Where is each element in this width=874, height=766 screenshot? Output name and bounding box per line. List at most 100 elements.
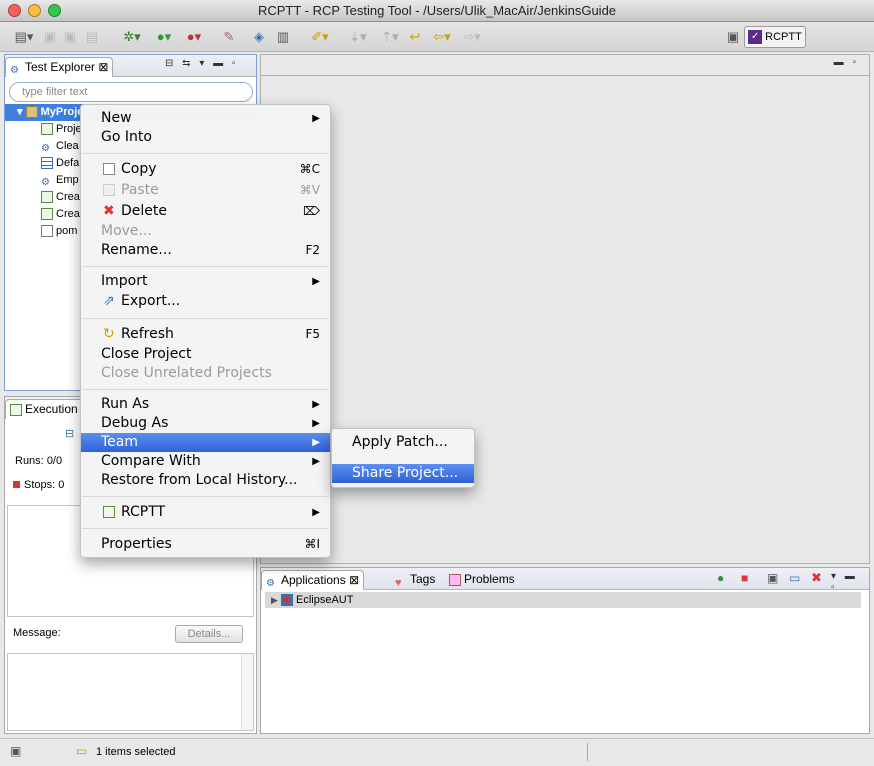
open-resource-icon[interactable]: ▥: [274, 28, 292, 46]
menu-separator: [82, 266, 329, 267]
tree-item[interactable]: ⚙ Emp: [41, 172, 79, 189]
menu-item-properties[interactable]: Properties ⌘I: [81, 535, 330, 554]
stop-aut-icon[interactable]: ■: [741, 571, 748, 585]
fast-view-icon[interactable]: ▣: [10, 744, 21, 758]
message-area[interactable]: [7, 653, 254, 731]
paste-shortcut: ⌘V: [299, 183, 320, 197]
menu-item-close-project[interactable]: Close Project: [81, 345, 330, 364]
expand-arrow-icon[interactable]: ▾: [17, 106, 23, 118]
tree-item[interactable]: ⚙ Clea: [41, 138, 79, 155]
open-type-icon[interactable]: ◈: [250, 28, 268, 46]
context-menu: New ▶ Go Into Copy ⌘C Paste ⌘V ✖ Delete ⌦ Mov…: [80, 104, 331, 558]
context-icon: ⚙: [41, 177, 50, 189]
external-tools-icon[interactable]: ●▾: [180, 28, 208, 46]
tree-item-label: MyProje: [40, 106, 84, 118]
tab-execution[interactable]: Execution: [5, 399, 83, 419]
annotation-icon[interactable]: ✐▾: [306, 28, 334, 46]
remove-aut-icon[interactable]: ✖: [811, 570, 822, 586]
test-explorer-tab-label: Test Explorer: [25, 60, 96, 74]
menu-item-go-into[interactable]: Go Into: [81, 128, 330, 147]
menu-item-run-as[interactable]: Run As ▶: [81, 395, 330, 414]
menu-item-export[interactable]: ⇗ Export...: [81, 292, 330, 311]
minimize-window-button[interactable]: [28, 4, 41, 17]
filter-input[interactable]: type filter text: [9, 82, 253, 102]
zoom-window-button[interactable]: [48, 4, 61, 17]
perspective-rcptt-button[interactable]: ✓ RCPTT: [744, 26, 806, 48]
menu-label: Close Project: [101, 346, 192, 362]
applications-view: ⚙ Applications ⊠ ♥ Tags Problems ● ■ ▣ ▭ ✖…: [260, 567, 870, 734]
tree-item-label: Crea: [56, 208, 80, 220]
menu-item-team[interactable]: Team ▶: [81, 433, 330, 452]
close-tab-icon[interactable]: ⊠: [98, 60, 108, 74]
collapse-icon[interactable]: ⊟: [65, 427, 74, 440]
new-icon[interactable]: ▤▾: [10, 28, 38, 46]
eclipse-aut-icon: [280, 594, 293, 607]
back-icon[interactable]: ⇦▾: [428, 28, 456, 46]
menu-item-share-project[interactable]: Share Project...: [332, 464, 474, 483]
expand-arrow-icon[interactable]: ▶: [271, 595, 278, 605]
record-icon[interactable]: ✎: [220, 28, 238, 46]
tab-problems[interactable]: Problems: [445, 570, 519, 590]
runs-counter: Runs: 0/0: [15, 455, 62, 467]
forward-icon[interactable]: ⇨▾: [458, 28, 486, 46]
menu-separator: [82, 153, 329, 154]
tab-applications[interactable]: ⚙ Applications ⊠: [261, 570, 365, 590]
menu-label: Close Unrelated Projects: [101, 365, 272, 381]
edit-aut-icon[interactable]: ▭: [789, 571, 800, 585]
menu-item-apply-patch[interactable]: Apply Patch...: [332, 433, 474, 452]
close-window-button[interactable]: [8, 4, 21, 17]
view-toolbar-icons[interactable]: ⊟ ⇆ ▾ ▬ ▫: [165, 58, 238, 69]
applications-tab-label: Applications: [281, 573, 346, 587]
bottom-minmax-icons[interactable]: ▾ ▬ ▫: [831, 571, 869, 593]
menu-item-move: Move...: [81, 222, 330, 241]
editor-minmax-icons[interactable]: ▬ ▫: [834, 57, 859, 68]
tree-item-label: Emp: [56, 174, 79, 186]
tree-item-aut[interactable]: ▶ EclipseAUT: [265, 592, 861, 608]
menu-label: Restore from Local History...: [101, 472, 298, 488]
tree-item[interactable]: Crea: [41, 206, 80, 223]
debug-icon[interactable]: ✲▾: [118, 28, 146, 46]
rcptt-perspective-icon: ✓: [748, 30, 763, 45]
project-settings-icon: [41, 123, 53, 136]
tree-item[interactable]: Proje: [41, 121, 82, 138]
new-aut-icon[interactable]: ▣: [767, 571, 778, 585]
tree-item-label: pom: [56, 225, 78, 237]
tab-test-explorer[interactable]: ⚙ Test Explorer ⊠: [5, 57, 114, 77]
details-button[interactable]: Details...: [175, 625, 243, 643]
menu-item-restore[interactable]: Restore from Local History...: [81, 471, 330, 490]
menu-item-new[interactable]: New ▶: [81, 109, 330, 128]
menu-item-debug-as[interactable]: Debug As ▶: [81, 414, 330, 433]
menu-item-delete[interactable]: ✖ Delete ⌦: [81, 202, 330, 221]
menu-label: Rename...: [101, 242, 172, 258]
menu-label: Compare With: [101, 453, 201, 469]
run-aut-icon[interactable]: ●: [717, 571, 724, 585]
close-tab-icon[interactable]: ⊠: [349, 573, 359, 587]
menu-label: Import: [101, 273, 148, 289]
tab-tags[interactable]: ♥ Tags: [391, 570, 439, 590]
menu-label: Go Into: [101, 129, 152, 145]
tree-item[interactable]: Crea: [41, 189, 80, 206]
prev-annotation-icon[interactable]: ⇡▾: [376, 28, 404, 46]
menu-item-compare-with[interactable]: Compare With ▶: [81, 452, 330, 471]
menu-item-rcptt[interactable]: RCPTT ▶: [81, 503, 330, 522]
menu-separator: [82, 318, 329, 319]
menu-item-copy[interactable]: Copy ⌘C: [81, 160, 330, 179]
menu-item-refresh[interactable]: ↻ Refresh F5: [81, 325, 330, 344]
tree-item[interactable]: pom: [41, 223, 77, 240]
tree-item[interactable]: Defa: [41, 155, 79, 172]
next-annotation-icon[interactable]: ⇣▾: [344, 28, 372, 46]
open-perspective-icon[interactable]: ▣: [724, 28, 742, 46]
message-scrollbar[interactable]: [241, 654, 253, 730]
menu-label: Properties: [101, 536, 172, 552]
stop-square-icon: [13, 481, 20, 488]
submenu-arrow-icon: ▶: [312, 507, 320, 518]
message-label: Message:: [13, 627, 61, 639]
table-icon: [41, 157, 53, 170]
team-submenu: Apply Patch... Share Project...: [331, 428, 475, 488]
tags-tab-label: Tags: [410, 572, 436, 586]
rcptt-icon: [103, 506, 115, 518]
last-edit-icon[interactable]: ↩: [406, 28, 424, 46]
menu-item-import[interactable]: Import ▶: [81, 272, 330, 291]
run-icon[interactable]: ●▾: [150, 28, 178, 46]
menu-item-rename[interactable]: Rename... F2: [81, 241, 330, 260]
